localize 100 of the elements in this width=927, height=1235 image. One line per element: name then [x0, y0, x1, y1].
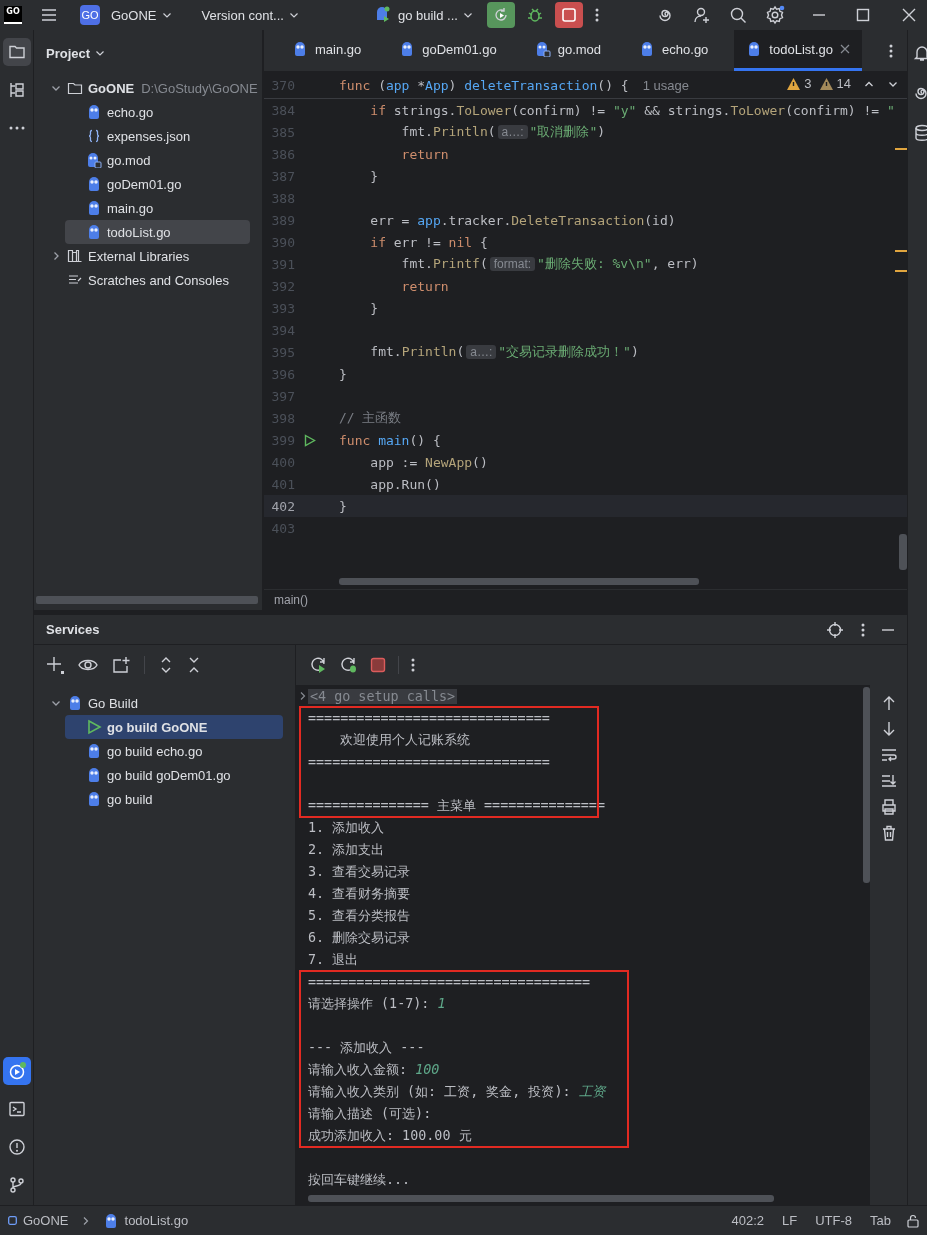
collapse-all-icon[interactable]	[187, 656, 201, 674]
expand-all-icon[interactable]	[159, 656, 173, 674]
code-line: fmt.Println( a…: "取消删除")	[400, 123, 606, 141]
notifications-icon[interactable]	[913, 44, 927, 62]
rerun-button[interactable]	[486, 2, 515, 28]
project-tool-icon	[7, 43, 26, 61]
debug-icon	[525, 6, 544, 24]
more-tools-icon	[8, 126, 25, 130]
settings-icon[interactable]	[765, 5, 785, 25]
warning-count[interactable]: 14	[836, 76, 851, 91]
tree-item[interactable]: main.go	[65, 196, 158, 220]
down-icon[interactable]	[881, 721, 896, 737]
up-icon[interactable]	[881, 695, 896, 711]
stop-icon[interactable]	[370, 657, 386, 673]
more-icon[interactable]	[889, 42, 893, 59]
breadcrumb[interactable]: main()	[274, 593, 308, 607]
module-file-icon	[534, 41, 551, 57]
run-icon[interactable]	[304, 433, 316, 447]
print-icon[interactable]	[880, 799, 897, 815]
panel-title[interactable]: Project	[46, 45, 106, 61]
usage-hint[interactable]: 1 usage	[642, 77, 689, 93]
panel-title: Services	[46, 622, 101, 637]
run-config-dropdown[interactable]: go build ...	[368, 3, 479, 27]
braces-file-icon	[86, 128, 102, 144]
terminal-tool-icon	[7, 1100, 26, 1118]
scrollbar-thumb[interactable]	[36, 596, 258, 604]
gopher-run-icon	[86, 743, 102, 759]
file-encoding[interactable]: UTF-8	[815, 1213, 853, 1228]
tree-item[interactable]: expenses.json	[65, 124, 195, 148]
line-separator[interactable]: LF	[782, 1213, 798, 1228]
search-icon[interactable]	[729, 6, 747, 24]
module-file-icon	[86, 152, 102, 168]
line-number: 402	[270, 498, 295, 514]
maximize-icon[interactable]	[855, 7, 871, 23]
editor-tab[interactable]: go.mod	[522, 30, 614, 71]
breadcrumb-project[interactable]: GoONE	[23, 1213, 69, 1228]
indent-setting[interactable]: Tab	[870, 1213, 891, 1228]
rerun-icon[interactable]	[310, 656, 328, 674]
more-icon	[594, 7, 599, 23]
code-line: return	[400, 278, 449, 294]
gopher-file-icon	[86, 104, 102, 120]
gopher-file-icon	[86, 200, 102, 216]
service-item[interactable]: go build goDem01.go	[65, 763, 235, 787]
menu-icon[interactable]	[40, 6, 58, 24]
warning-count[interactable]: 3	[804, 76, 812, 91]
lock-icon[interactable]	[907, 1213, 919, 1228]
code-line: fmt.Println( a…: "交易记录删除成功！")	[369, 343, 639, 361]
caret-icon	[95, 48, 106, 58]
tree-item[interactable]: goDem01.go	[65, 172, 186, 196]
add-user-icon[interactable]	[693, 6, 711, 24]
scrollbar-thumb[interactable]	[862, 687, 870, 883]
editor-tab[interactable]: goDem01.go	[387, 30, 509, 71]
scrollbar-thumb[interactable]	[899, 534, 907, 570]
caret-position[interactable]: 402:2	[731, 1213, 764, 1228]
tree-item[interactable]: go.mod	[65, 148, 155, 172]
stop-button[interactable]	[554, 2, 583, 28]
code-line: }	[369, 168, 379, 184]
editor-tab[interactable]: main.go	[280, 30, 374, 71]
close-icon[interactable]	[839, 44, 850, 54]
project-switcher[interactable]: GO GoONE	[80, 3, 178, 27]
tree-item[interactable]: GoONE D:\GoStudy\GoONE	[46, 76, 262, 100]
service-item[interactable]: go build GoONE	[65, 715, 283, 739]
code-line: }	[339, 366, 347, 382]
soft-wrap-icon[interactable]	[880, 747, 897, 763]
rerun-debug-icon[interactable]	[340, 656, 358, 674]
scrollbar-thumb[interactable]	[339, 578, 699, 585]
warning-stripe	[895, 148, 907, 150]
trash-icon[interactable]	[880, 825, 897, 841]
vcs-dropdown[interactable]: Version cont...	[195, 3, 305, 27]
more-icon[interactable]	[861, 621, 865, 638]
tree-item[interactable]: External Libraries	[46, 244, 194, 268]
inlay-hint: a…:	[466, 345, 497, 359]
database-icon[interactable]	[913, 124, 927, 142]
services-tool-button[interactable]	[2, 1057, 31, 1085]
gopher-run-icon	[86, 791, 102, 807]
new-tab-icon[interactable]	[112, 656, 130, 674]
service-item[interactable]: go build	[65, 787, 157, 811]
project-tool-button[interactable]	[2, 38, 31, 66]
console-line: 请输入描述 (可选):	[308, 1105, 432, 1123]
warning-stripe	[895, 250, 907, 252]
add-icon[interactable]	[46, 656, 64, 674]
scrollbar-thumb[interactable]	[308, 1195, 774, 1202]
close-icon[interactable]	[901, 7, 917, 23]
console-line: 请选择操作 (1-7): 1	[308, 995, 446, 1013]
breadcrumb-file[interactable]: todoList.go	[124, 1213, 189, 1228]
tree-item[interactable]: todoList.go	[65, 220, 250, 244]
more-icon[interactable]	[411, 657, 415, 673]
scroll-to-end-icon[interactable]	[880, 773, 897, 789]
editor-tab[interactable]: echo.go	[627, 30, 721, 71]
service-item[interactable]: Go Build	[46, 691, 142, 715]
console-line: 请输入收入金额: 100	[308, 1061, 440, 1079]
expand-icon[interactable]	[298, 691, 308, 701]
editor-tab[interactable]: todoList.go	[734, 30, 862, 71]
code-line: fmt.Printf( format: "删除失败: %v\n", err)	[400, 255, 699, 273]
stop-icon	[560, 7, 577, 23]
tree-item[interactable]: Scratches and Consoles	[46, 268, 233, 292]
target-icon[interactable]	[827, 621, 843, 638]
console-line: ==============================	[308, 754, 550, 770]
tree-item[interactable]: echo.go	[65, 100, 158, 124]
service-item[interactable]: go build echo.go	[65, 739, 207, 763]
